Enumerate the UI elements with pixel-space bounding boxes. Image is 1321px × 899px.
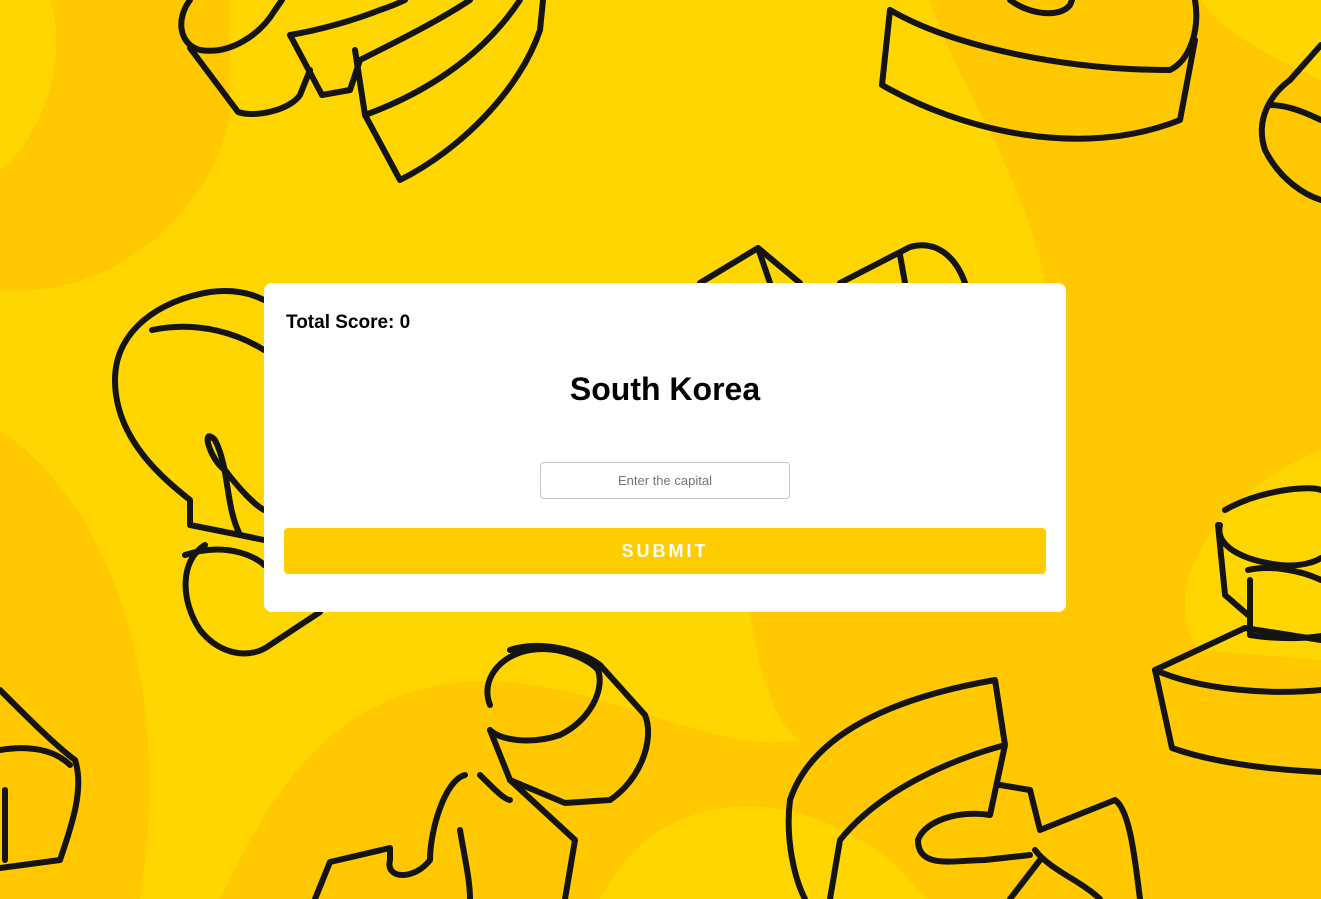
- quiz-card: Total Score: 0 South Korea SUBMIT: [264, 283, 1066, 612]
- submit-button[interactable]: SUBMIT: [284, 528, 1046, 574]
- capital-input[interactable]: [540, 462, 790, 499]
- quiz-page: Total Score: 0 South Korea SUBMIT: [0, 0, 1321, 899]
- total-score: Total Score: 0: [286, 312, 411, 333]
- country-name: South Korea: [569, 371, 761, 407]
